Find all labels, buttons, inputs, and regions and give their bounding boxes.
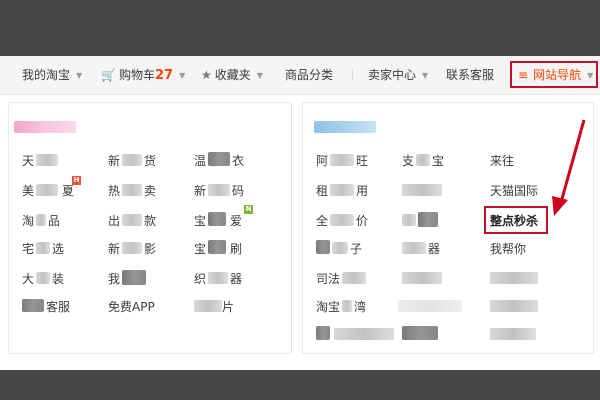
site-nav-dropdown-sheet: 我的淘宝 ▼ 🛒 购物车27 ▼ ★ 收藏夹 ▼ 商品分类 卖家中心 ▼ 联系客服 ≡ 网站导…	[0, 56, 600, 370]
red-arrow-annotation	[552, 119, 586, 216]
